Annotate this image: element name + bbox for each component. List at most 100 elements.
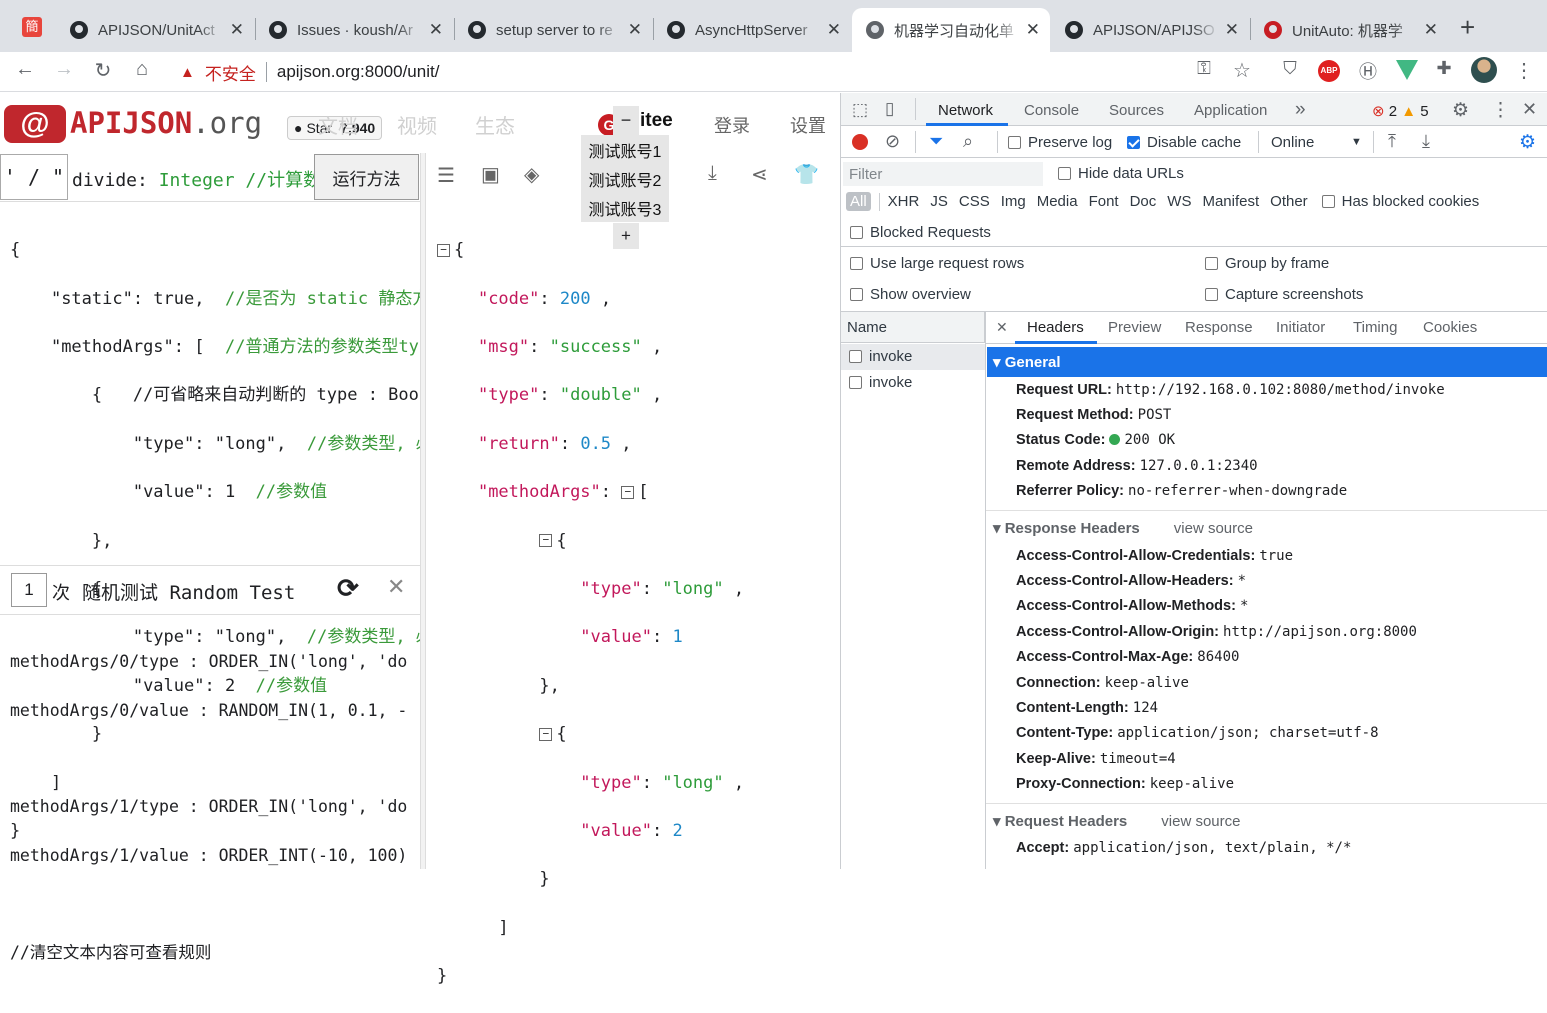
nav-docs[interactable]: 文档: [318, 110, 358, 139]
nav-ecosystem[interactable]: 生态: [475, 110, 515, 139]
close-devtools-icon[interactable]: ✕: [1522, 99, 1537, 120]
preserve-log-checkbox[interactable]: Preserve log: [1008, 134, 1112, 151]
request-headers-section[interactable]: ▾ Request Headers view source: [993, 812, 1240, 830]
search-icon[interactable]: ⌕: [963, 131, 973, 152]
type-filter-img[interactable]: Img: [1001, 193, 1026, 210]
type-filter-xhr[interactable]: XHR: [888, 193, 920, 210]
close-icon[interactable]: ✕: [628, 20, 642, 40]
random-rules-editor[interactable]: methodArgs/0/type : ORDER_IN('long', 'do…: [10, 626, 420, 989]
adblock-icon[interactable]: ABP: [1318, 60, 1340, 82]
brand-logo[interactable]: @: [4, 105, 66, 143]
close-random-icon[interactable]: ✕: [387, 574, 405, 600]
key-icon[interactable]: ⚿: [1190, 58, 1218, 79]
detail-tab-cookies[interactable]: Cookies: [1423, 319, 1477, 336]
home-icon[interactable]: ⌂: [128, 58, 156, 81]
import-har-icon[interactable]: ⤒: [1388, 131, 1396, 152]
clear-icon[interactable]: ⊘: [885, 131, 900, 152]
nav-login[interactable]: 登录: [714, 112, 750, 138]
collapse-icon[interactable]: −: [539, 534, 553, 548]
has-blocked-cookies-checkbox[interactable]: Has blocked cookies: [1321, 193, 1479, 210]
request-row-label[interactable]: invoke: [849, 374, 912, 391]
close-icon[interactable]: ✕: [1424, 20, 1438, 40]
pinned-tab[interactable]: 簡: [22, 17, 42, 37]
response-json-viewer[interactable]: −{ "code": 200 , "msg": "success" , "typ…: [437, 214, 837, 1013]
url-text[interactable]: apijson.org:8000/unit/: [277, 62, 440, 82]
record-icon[interactable]: [852, 134, 868, 150]
new-tab-icon[interactable]: +: [1460, 12, 1475, 43]
close-detail-icon[interactable]: ✕: [996, 319, 1008, 336]
bookmark-star-icon[interactable]: ☆: [1228, 58, 1256, 83]
hide-data-urls-checkbox[interactable]: Hide data URLs: [1058, 165, 1184, 182]
brand-title[interactable]: APIJSON.org: [70, 106, 262, 140]
editor-divider[interactable]: [420, 153, 426, 869]
account-option-1[interactable]: 测试账号1: [581, 135, 669, 164]
error-count-badge[interactable]: ⊗ 2 ▲ 5: [1372, 102, 1429, 120]
more-tabs-icon[interactable]: »: [1295, 99, 1306, 121]
collapse-icon[interactable]: −: [621, 485, 635, 499]
export-har-icon[interactable]: ⤓: [1422, 131, 1430, 152]
close-icon[interactable]: ✕: [1026, 20, 1040, 40]
devtools-tab-console[interactable]: Console: [1024, 102, 1079, 119]
menu-icon[interactable]: ⋮: [1510, 58, 1538, 83]
filter-icon[interactable]: ⏷: [929, 131, 943, 152]
type-filter-media[interactable]: Media: [1037, 193, 1078, 210]
close-icon[interactable]: ✕: [230, 20, 244, 40]
back-icon[interactable]: ←: [11, 58, 39, 81]
shield-extension-icon[interactable]: ⛉: [1276, 58, 1304, 79]
view-source-link[interactable]: view source: [1161, 813, 1240, 830]
group-by-frame-checkbox[interactable]: Group by frame: [1205, 255, 1329, 272]
omnibox[interactable]: ▲ 不安全 apijson.org:8000/unit/: [166, 56, 1266, 88]
detail-tab-initiator[interactable]: Initiator: [1276, 319, 1325, 336]
tab-1[interactable]: Issues · koush/Ar ✕: [255, 8, 453, 52]
request-row-label[interactable]: invoke: [849, 348, 912, 365]
extension-h-icon[interactable]: Ⓗ: [1354, 58, 1382, 84]
close-icon[interactable]: ✕: [429, 20, 443, 40]
filter-input[interactable]: Filter: [843, 162, 1043, 186]
tab-2[interactable]: setup server to re ✕: [454, 8, 652, 52]
view-source-link[interactable]: view source: [1174, 520, 1253, 537]
detail-tab-response[interactable]: Response: [1185, 319, 1253, 336]
type-filter-js[interactable]: JS: [930, 193, 948, 210]
layers-icon[interactable]: ◈: [524, 162, 539, 187]
disable-cache-checkbox[interactable]: Disable cache: [1127, 134, 1241, 151]
random-count-input[interactable]: 1: [11, 573, 47, 607]
avatar[interactable]: [1471, 57, 1497, 83]
save-icon[interactable]: ▣: [481, 162, 500, 187]
extensions-puzzle-icon[interactable]: ✚: [1430, 58, 1458, 79]
run-method-button[interactable]: 运行方法: [314, 154, 419, 200]
blocked-requests-checkbox[interactable]: Blocked Requests: [850, 224, 991, 241]
type-filter-manifest[interactable]: Manifest: [1202, 193, 1259, 210]
network-settings-icon[interactable]: ⚙: [1519, 131, 1536, 154]
list-format-icon[interactable]: ☰: [437, 163, 455, 188]
method-operator-box[interactable]: ' / ": [0, 154, 68, 200]
capture-screenshots-checkbox[interactable]: Capture screenshots: [1205, 286, 1363, 303]
device-toolbar-icon[interactable]: ▯: [885, 99, 894, 119]
type-filter-ws[interactable]: WS: [1167, 193, 1191, 210]
tab-4[interactable]: 机器学习自动化单 ✕: [852, 8, 1050, 52]
download-icon[interactable]: ⤓: [708, 162, 717, 185]
reload-icon[interactable]: ↻: [89, 58, 117, 83]
name-column-header[interactable]: Name: [847, 319, 887, 336]
type-filter-doc[interactable]: Doc: [1130, 193, 1157, 210]
collapse-icon[interactable]: −: [539, 727, 553, 741]
tab-5[interactable]: APIJSON/APIJSO ✕: [1051, 8, 1249, 52]
devtools-tab-network[interactable]: Network: [938, 102, 993, 119]
devtools-tab-sources[interactable]: Sources: [1109, 102, 1164, 119]
general-section-header[interactable]: ▾ General: [987, 347, 1547, 377]
account-option-2[interactable]: 测试账号2: [581, 164, 669, 193]
nav-video[interactable]: 视频: [397, 110, 437, 139]
gitee-link[interactable]: itee: [640, 110, 673, 132]
large-rows-checkbox[interactable]: Use large request rows: [850, 255, 1024, 272]
refresh-icon[interactable]: ⟳: [337, 573, 359, 604]
share-icon[interactable]: ⋖: [751, 162, 768, 187]
type-filter-font[interactable]: Font: [1089, 193, 1119, 210]
tab-0[interactable]: APIJSON/UnitAct ✕: [56, 8, 254, 52]
detail-tab-timing[interactable]: Timing: [1353, 319, 1397, 336]
account-minus-button[interactable]: −: [613, 106, 639, 136]
nav-settings[interactable]: 设置: [790, 112, 826, 138]
forward-icon[interactable]: →: [50, 58, 78, 81]
vue-devtools-icon[interactable]: [1396, 60, 1418, 80]
detail-tab-preview[interactable]: Preview: [1108, 319, 1161, 336]
response-headers-section[interactable]: ▾ Response Headers view source: [993, 519, 1253, 537]
inspect-element-icon[interactable]: ⬚: [852, 100, 868, 120]
